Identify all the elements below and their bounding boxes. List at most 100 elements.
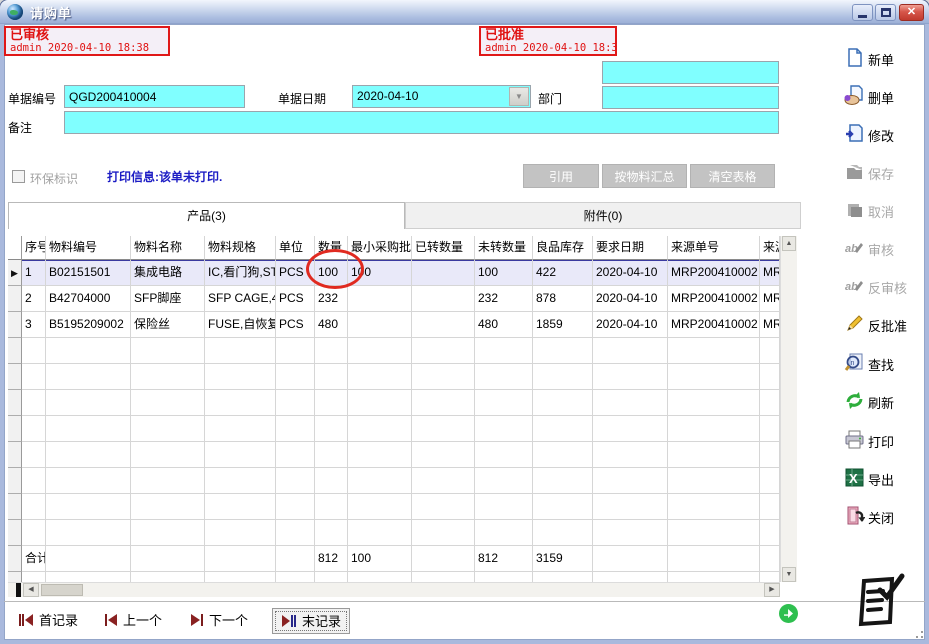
close-doc-button[interactable]: 关闭 <box>842 504 924 528</box>
table-cell <box>348 494 412 520</box>
cancel-icon <box>844 199 865 220</box>
doc-date-combobox[interactable]: 2020-04-10 ▼ <box>352 85 531 108</box>
table-cell <box>22 468 46 494</box>
remark-field[interactable] <box>64 111 779 134</box>
table-cell <box>668 338 760 364</box>
table-cell <box>412 390 475 416</box>
close-button[interactable]: ✕ <box>899 4 924 21</box>
sidebar-button-label: 刷新 <box>868 393 894 412</box>
column-header[interactable]: 单位 <box>276 236 315 260</box>
find-doc-button[interactable]: n查找 <box>842 351 924 375</box>
column-header[interactable]: 未转数量 <box>475 236 533 260</box>
table-cell: 1859 <box>533 312 593 338</box>
table-cell <box>131 494 205 520</box>
column-header[interactable]: 物料编号 <box>46 236 131 260</box>
eco-flag-label: 环保标识 <box>30 170 78 187</box>
column-header[interactable]: 来源单号 <box>668 236 760 260</box>
first-record-button[interactable]: 首记录 <box>18 608 78 634</box>
new-doc-button[interactable]: 新单 <box>842 46 924 70</box>
table-cell: 878 <box>533 286 593 312</box>
chevron-down-icon[interactable]: ▼ <box>509 87 529 106</box>
scroll-left-icon[interactable]: ◀ <box>23 583 39 597</box>
last-record-button[interactable]: 末记录 <box>272 608 350 634</box>
cancel-doc-button[interactable]: 取消 <box>842 198 924 222</box>
delete-doc-button[interactable]: 删单 <box>842 84 924 108</box>
cite-button[interactable]: 引用 <box>523 164 599 188</box>
unapprove-doc-button[interactable]: 反批准 <box>842 312 924 336</box>
table-cell <box>475 364 533 390</box>
column-header[interactable]: 来源 <box>760 236 780 260</box>
table-cell <box>22 572 46 582</box>
table-cell <box>276 390 315 416</box>
row-marker-cell <box>8 416 22 442</box>
table-cell <box>593 390 668 416</box>
minimize-button[interactable] <box>852 4 873 21</box>
doc-no-field[interactable] <box>64 85 245 108</box>
table-cell: MRP200410002 <box>760 286 780 312</box>
table-row[interactable]: ▶1B02151501集成电路IC,看门狗,STPCS1001001004222… <box>8 260 780 286</box>
table-cell <box>131 390 205 416</box>
column-header[interactable]: 序号 <box>22 236 46 260</box>
print-doc-button[interactable]: 打印 <box>842 428 924 452</box>
table-cell <box>131 468 205 494</box>
column-header[interactable]: 良品库存 <box>533 236 593 260</box>
remark-label: 备注 <box>8 119 32 136</box>
column-header[interactable]: 物料规格 <box>205 236 276 260</box>
table-row[interactable]: 2B42704000SFP脚座SFP CAGE,4PCS232232878202… <box>8 286 780 312</box>
titlebar[interactable]: 请购单 ✕ <box>0 0 929 24</box>
dept-field[interactable] <box>602 86 779 109</box>
table-cell <box>475 338 533 364</box>
maximize-button[interactable] <box>875 4 896 21</box>
aux-top-field[interactable] <box>602 61 779 84</box>
table-row[interactable]: 3B5195209002保险丝FUSE,自恢复PCS48048018592020… <box>8 312 780 338</box>
table-cell <box>412 494 475 520</box>
unaudit-icon: ab <box>844 275 865 296</box>
table-cell <box>315 468 348 494</box>
table-cell <box>593 442 668 468</box>
row-marker-cell <box>8 520 22 546</box>
table-cell: 232 <box>315 286 348 312</box>
save-doc-button[interactable]: 保存 <box>842 160 924 184</box>
horizontal-scrollbar-thumb[interactable] <box>41 584 83 596</box>
column-header[interactable]: 物料名称 <box>131 236 205 260</box>
export-doc-button[interactable]: X导出 <box>842 466 924 490</box>
export-icon: X <box>844 467 865 488</box>
table-cell <box>412 468 475 494</box>
partial-row <box>8 572 780 582</box>
vertical-scrollbar[interactable]: ▲ ▼ <box>780 236 797 582</box>
table-cell <box>205 520 276 546</box>
table-cell <box>412 442 475 468</box>
refresh-doc-button[interactable]: 刷新 <box>842 389 924 413</box>
nav-button-label: 首记录 <box>39 608 78 634</box>
clear-table-button[interactable]: 清空表格 <box>690 164 775 188</box>
horizontal-scrollbar[interactable]: ◀ ▶ <box>8 582 780 597</box>
table-cell <box>668 416 760 442</box>
sidebar-button-label: 保存 <box>868 164 894 183</box>
eco-flag-checkbox[interactable] <box>12 170 25 183</box>
audit-doc-button[interactable]: ab审核 <box>842 236 924 260</box>
scroll-right-icon[interactable]: ▶ <box>764 583 780 597</box>
tab-products[interactable]: 产品(3) <box>8 202 405 229</box>
table-cell <box>760 364 780 390</box>
scroll-up-icon[interactable]: ▲ <box>782 236 796 251</box>
table-cell: 2 <box>22 286 46 312</box>
sidebar-button-label: 反批准 <box>868 316 907 335</box>
table-cell <box>760 390 780 416</box>
tab-attachments[interactable]: 附件(0) <box>405 202 801 229</box>
prev-record-button[interactable]: 上一个 <box>104 608 162 634</box>
summarize-by-material-button[interactable]: 按物料汇总 <box>602 164 687 188</box>
audited-stamp: 已审核 admin 2020-04-10 18:38 <box>4 26 170 56</box>
column-header[interactable]: 已转数量 <box>412 236 475 260</box>
empty-row <box>8 416 780 442</box>
client-area: 已审核 admin 2020-04-10 18:38 已批准 admin 202… <box>4 24 925 640</box>
table-cell <box>760 442 780 468</box>
sidebar-button-label: 删单 <box>868 88 894 107</box>
next-record-button[interactable]: 下一个 <box>190 608 248 634</box>
resize-grip[interactable] <box>911 626 923 638</box>
column-header[interactable]: 要求日期 <box>593 236 668 260</box>
close-doc-icon <box>844 505 865 526</box>
unaudit-doc-button[interactable]: ab反审核 <box>842 274 924 298</box>
edit-doc-button[interactable]: 修改 <box>842 122 924 146</box>
scroll-down-icon[interactable]: ▼ <box>782 567 796 582</box>
table-cell <box>593 546 668 572</box>
